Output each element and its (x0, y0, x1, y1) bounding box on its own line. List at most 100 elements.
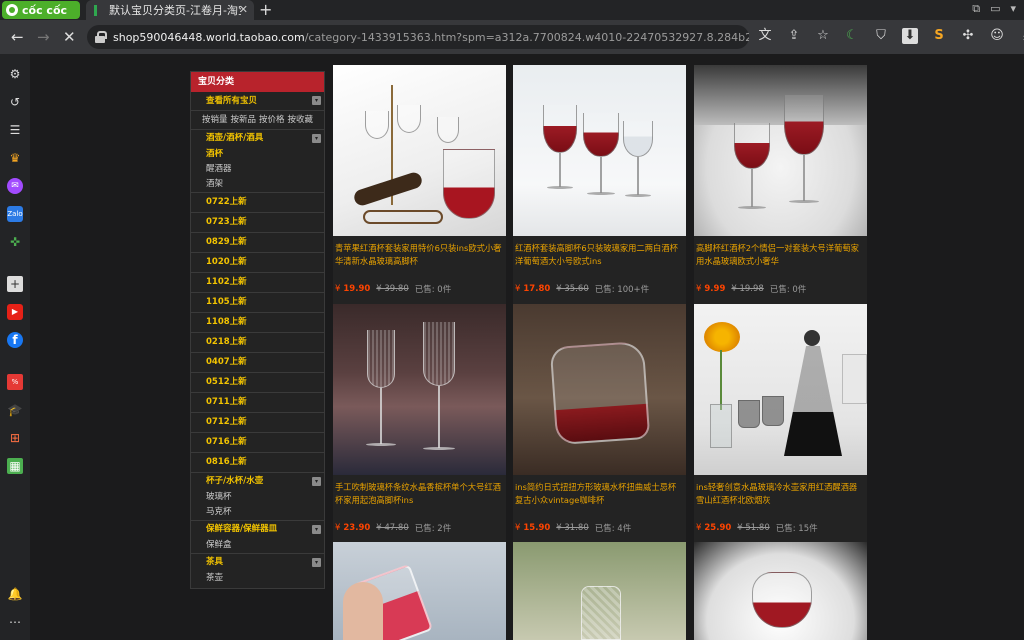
date-category-item[interactable]: 1102上新 (191, 272, 324, 292)
chevron-down-icon[interactable]: ▾ (312, 525, 321, 534)
product-card[interactable]: 高脚杯红酒杯2个情侣一对套装大号洋葡萄家用水晶玻璃欧式小奢华 ¥ 9.99 ¥ … (694, 65, 867, 304)
subcategory-item[interactable]: 酒杯 (191, 147, 324, 162)
view-all-items-link[interactable]: 查看所有宝贝 ▾ (191, 92, 324, 111)
shopping-cart-icon[interactable]: ⊞ (7, 430, 23, 446)
chevron-down-icon[interactable]: ▾ (312, 558, 321, 567)
product-title[interactable]: 高脚杯红酒杯2个情侣一对套装大号洋葡萄家用水晶玻璃欧式小奢华 (694, 236, 867, 274)
add-panel-icon[interactable]: + (7, 276, 23, 292)
lock-icon[interactable] (95, 31, 107, 43)
date-category-item[interactable]: 0712上新 (191, 412, 324, 432)
chevron-down-icon[interactable]: ▾ (312, 477, 321, 486)
date-category-item[interactable]: 0716上新 (191, 432, 324, 452)
product-image[interactable] (513, 304, 686, 475)
settings-gear-icon[interactable]: ⚙ (7, 66, 23, 82)
product-card[interactable]: 红酒杯套装高脚杯6只装玻璃家用二两白酒杯洋葡萄酒大小号欧式ins ¥ 17.80… (513, 65, 686, 304)
youtube-icon[interactable]: ▶ (7, 304, 23, 320)
messenger-icon[interactable]: ✉ (7, 178, 23, 194)
profile-icon[interactable]: ☺ (989, 28, 1005, 44)
chevron-down-icon[interactable]: ▾ (312, 96, 321, 105)
product-image[interactable] (333, 542, 506, 640)
category-group-wine[interactable]: 酒壶/酒杯/酒具 ▾ (191, 129, 324, 147)
subcategory-item[interactable]: 醒酒器 (191, 162, 324, 177)
date-category-item[interactable]: 0829上新 (191, 232, 324, 252)
download-video-icon[interactable]: ⬇ (902, 28, 918, 44)
address-bar[interactable]: shop590046448.world.taobao.com/category-… (87, 25, 749, 49)
zalo-icon[interactable]: Zalo (7, 206, 23, 222)
product-card[interactable] (333, 542, 506, 640)
tab-active[interactable]: 默认宝贝分类页-江卷月-淘宝 ✕ (86, 0, 254, 20)
subcategory-item[interactable]: 玻璃杯 (191, 490, 324, 505)
date-category-item[interactable]: 0722上新 (191, 192, 324, 212)
translate-icon[interactable]: 文 (757, 28, 773, 44)
product-image[interactable] (333, 304, 506, 475)
date-category-item[interactable]: 0711上新 (191, 392, 324, 412)
date-category-item[interactable]: 1108上新 (191, 312, 324, 332)
product-card[interactable] (513, 542, 686, 640)
date-category-item[interactable]: 0407上新 (191, 352, 324, 372)
date-category-item[interactable]: 0816上新 (191, 452, 324, 472)
product-title[interactable]: 手工吹制玻璃杯条纹水晶香槟杯单个大号红酒杯家用起泡高脚杯ins (333, 475, 506, 513)
product-card[interactable]: ins轻奢创意水晶玻璃冷水壶家用红酒醒酒器雪山红酒杯北欧烟灰 ¥ 25.90 ¥… (694, 304, 867, 543)
coccoc-menu-button[interactable]: cốc cốc (2, 1, 80, 19)
product-card[interactable]: 青苹果红酒杯套装家用特价6只装ins欧式小奢华清新水晶玻璃高脚杯 ¥ 19.90… (333, 65, 506, 304)
product-image[interactable] (513, 542, 686, 640)
shopping-sale-icon[interactable]: % (7, 374, 23, 390)
product-title[interactable]: 红酒杯套装高脚杯6只装玻璃家用二两白酒杯洋葡萄酒大小号欧式ins (513, 236, 686, 274)
window-menu-icon[interactable]: ▾ (1010, 2, 1016, 16)
forward-arrow-icon[interactable]: → (37, 27, 50, 47)
date-category-item[interactable]: 0218上新 (191, 332, 324, 352)
sort-by-price-link[interactable]: 按价格 (259, 111, 285, 129)
subcategory-item[interactable]: 茶壶 (191, 571, 324, 586)
facebook-icon[interactable]: f (7, 332, 23, 348)
price-row: ¥ 9.99 ¥ 19.98 已售: 0件 (694, 274, 867, 304)
more-dots-icon[interactable]: ⋯ (7, 614, 23, 630)
extensions-puzzle-icon[interactable]: ✣ (960, 28, 976, 44)
date-category-item[interactable]: 0723上新 (191, 212, 324, 232)
product-image[interactable] (694, 304, 867, 475)
new-tab-button[interactable]: + (259, 1, 272, 19)
calculator-icon[interactable]: ▦ (7, 458, 23, 474)
back-arrow-icon[interactable]: ← (11, 27, 24, 47)
date-category-item[interactable]: 1020上新 (191, 252, 324, 272)
minimize-icon[interactable]: ▭ (990, 2, 1000, 16)
product-title[interactable]: 青苹果红酒杯套装家用特价6只装ins欧式小奢华清新水晶玻璃高脚杯 (333, 236, 506, 274)
product-image[interactable] (333, 65, 506, 236)
product-image[interactable] (694, 65, 867, 236)
crown-icon[interactable]: ♛ (7, 150, 23, 166)
extension-s-icon[interactable]: S (931, 28, 947, 44)
reading-list-icon[interactable]: ☰ (7, 122, 23, 138)
notification-bell-icon[interactable]: 🔔 (7, 586, 23, 602)
downloads-icon[interactable]: ⤓ (1018, 28, 1024, 44)
sort-by-sales-link[interactable]: 按销量 (202, 111, 228, 129)
date-category-item[interactable]: 0512上新 (191, 372, 324, 392)
product-card[interactable] (694, 542, 867, 640)
chevron-down-icon[interactable]: ▾ (312, 134, 321, 143)
date-category-item[interactable]: 1105上新 (191, 292, 324, 312)
stop-loading-icon[interactable]: ✕ (63, 27, 76, 47)
screenshot-icon[interactable]: ⧉ (972, 2, 980, 16)
product-card[interactable]: ins简约日式扭扭方形玻璃水杯扭曲威士忌杯复古小众vintage咖啡杯 ¥ 15… (513, 304, 686, 543)
subcategory-item[interactable]: 马克杯 (191, 505, 324, 520)
tab-close-icon[interactable]: ✕ (239, 3, 248, 16)
product-card[interactable]: 手工吹制玻璃杯条纹水晶香槟杯单个大号红酒杯家用起泡高脚杯ins ¥ 23.90 … (333, 304, 506, 543)
dark-mode-icon[interactable]: ☾ (844, 28, 860, 44)
share-icon[interactable]: ⇪ (786, 28, 802, 44)
adblock-shield-icon[interactable]: ⛉ (873, 28, 889, 44)
product-image[interactable] (694, 542, 867, 640)
category-group-containers[interactable]: 保鲜容器/保鲜器皿 ▾ (191, 520, 324, 538)
category-group-cups[interactable]: 杯子/水杯/水壶 ▾ (191, 472, 324, 490)
subcategory-item[interactable]: 保鲜盒 (191, 538, 324, 553)
category-group-tea[interactable]: 茶具 ▾ (191, 553, 324, 571)
sort-by-favorites-link[interactable]: 按收藏 (288, 111, 314, 129)
bookmark-star-icon[interactable]: ☆ (815, 28, 831, 44)
product-title[interactable]: ins轻奢创意水晶玻璃冷水壶家用红酒醒酒器雪山红酒杯北欧烟灰 (694, 475, 867, 513)
url-text[interactable]: shop590046448.world.taobao.com/category-… (113, 31, 749, 44)
original-price: ¥ 47.80 (376, 523, 409, 533)
subcategory-item[interactable]: 酒架 (191, 177, 324, 192)
history-icon[interactable]: ↺ (7, 94, 23, 110)
product-title[interactable]: ins简约日式扭扭方形玻璃水杯扭曲威士忌杯复古小众vintage咖啡杯 (513, 475, 686, 513)
product-image[interactable] (513, 65, 686, 236)
graduation-cap-icon[interactable]: 🎓 (7, 402, 23, 418)
sort-by-new-link[interactable]: 按新品 (231, 111, 257, 129)
game-controller-icon[interactable]: ✜ (7, 234, 23, 250)
